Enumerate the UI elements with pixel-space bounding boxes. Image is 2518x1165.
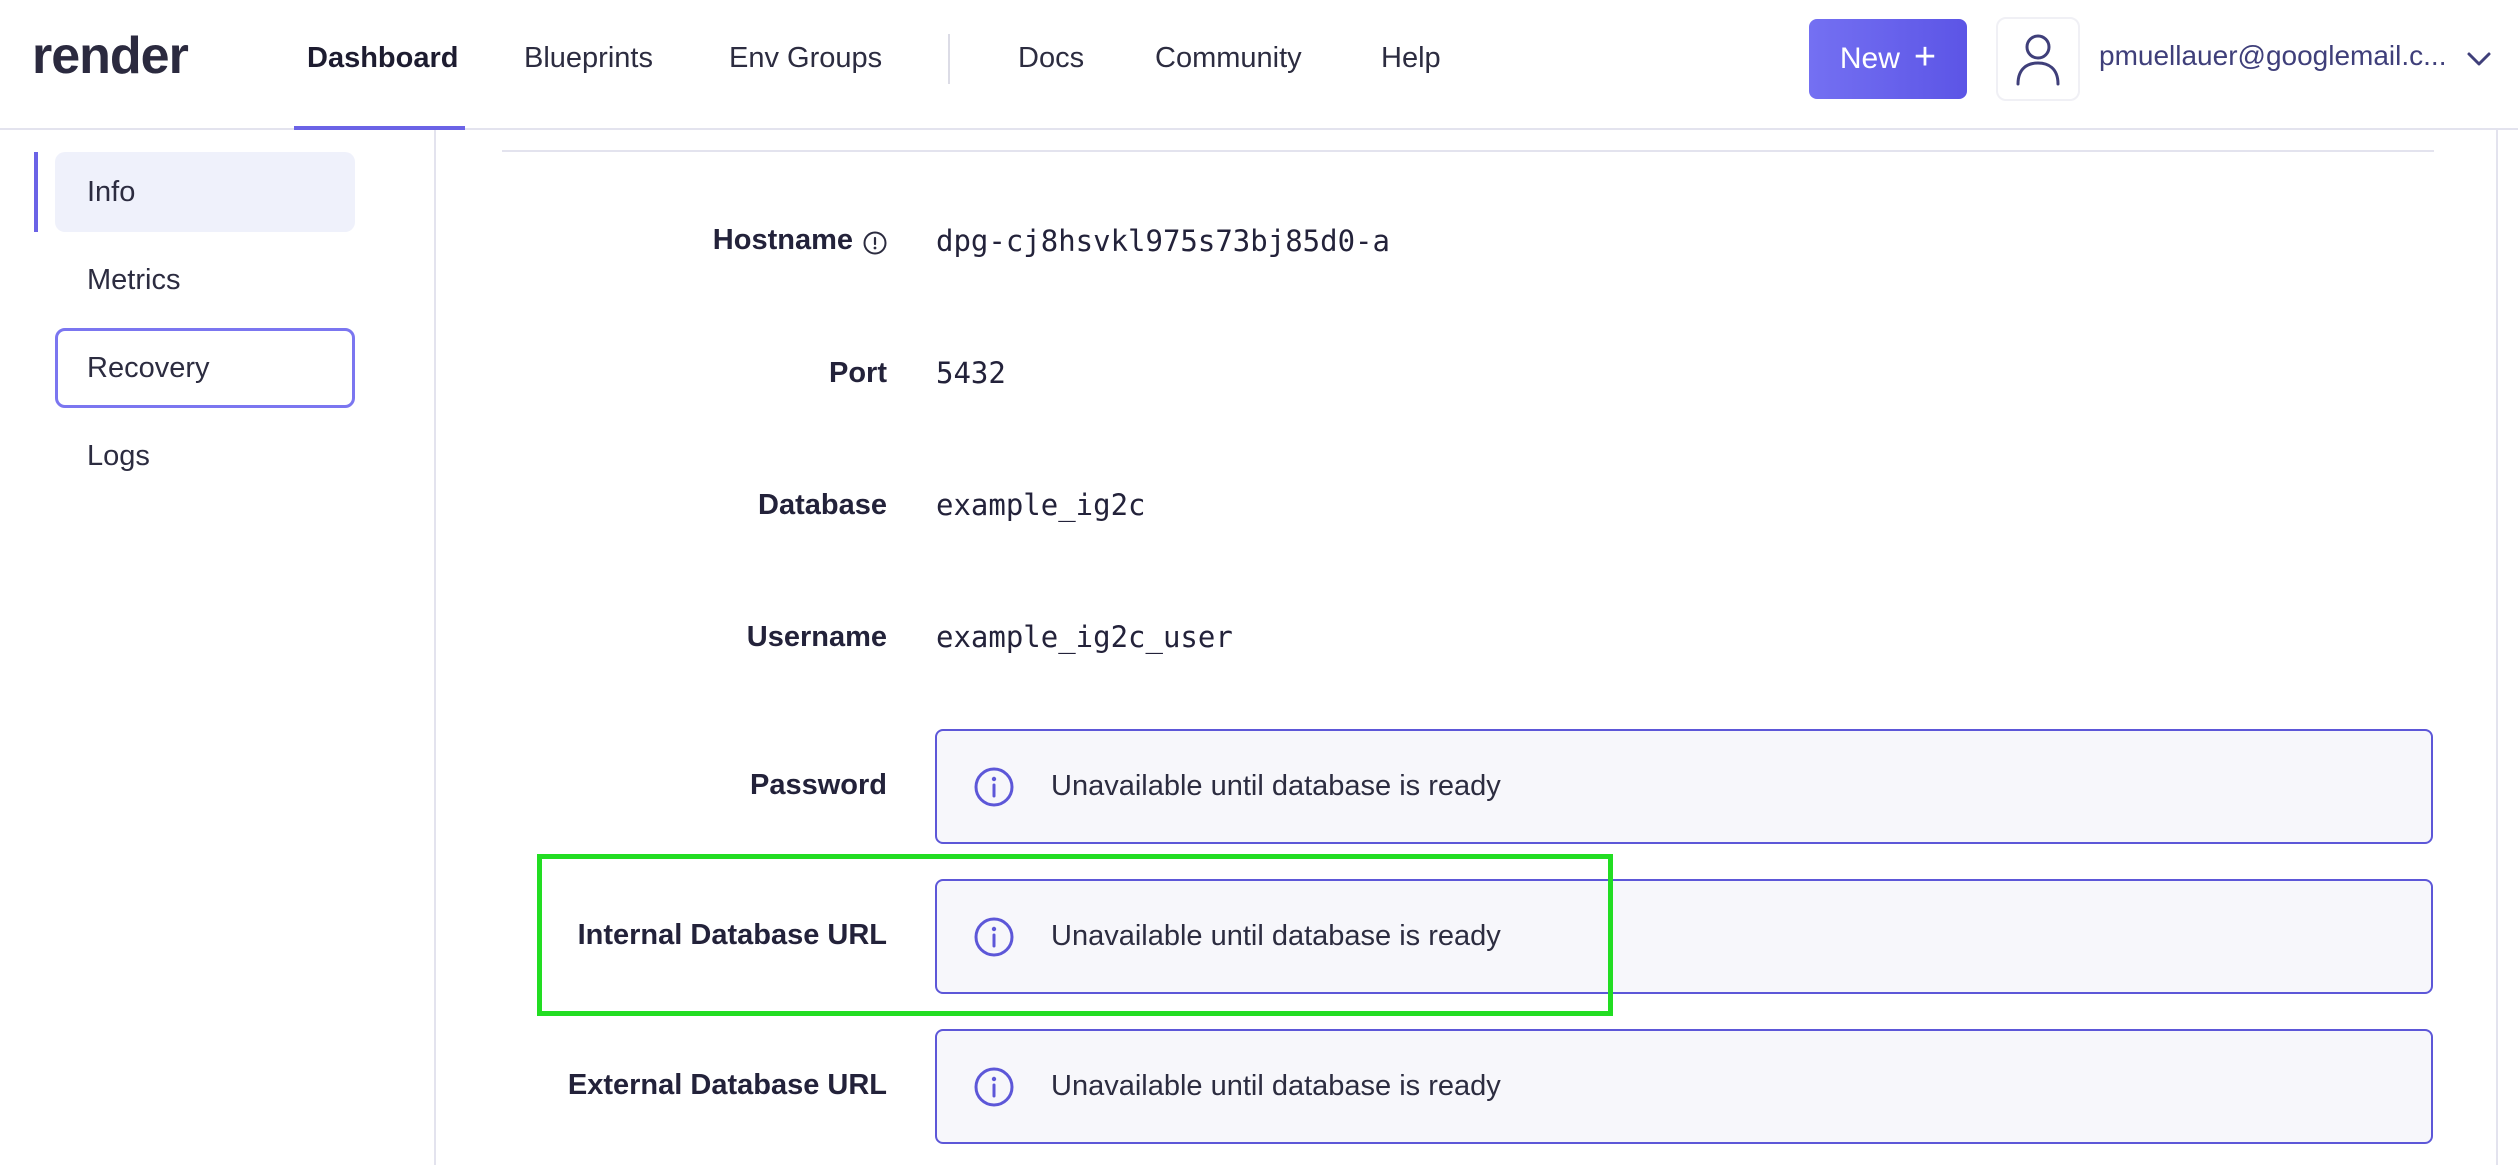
sidebar-divider: [434, 130, 436, 1165]
avatar[interactable]: [1996, 17, 2080, 101]
external-url-notice: Unavailable until database is ready: [935, 1029, 2433, 1144]
port-value[interactable]: 5432: [936, 356, 1006, 390]
username-label: Username: [746, 621, 887, 653]
internal-url-notice: Unavailable until database is ready: [935, 879, 2433, 994]
nav-help[interactable]: Help: [1381, 38, 1441, 78]
plus-icon: +: [1913, 36, 1937, 78]
database-label: Database: [758, 489, 887, 521]
nav-env-groups[interactable]: Env Groups: [729, 38, 882, 78]
nav-community[interactable]: Community: [1155, 38, 1302, 78]
section-divider: [502, 150, 2434, 152]
internal-url-notice-text: Unavailable until database is ready: [1051, 920, 1501, 952]
nav-divider: [948, 34, 950, 84]
nav-dashboard[interactable]: Dashboard: [307, 38, 458, 78]
info-icon: [974, 917, 1014, 956]
external-url-notice-text: Unavailable until database is ready: [1051, 1070, 1501, 1102]
password-notice: Unavailable until database is ready: [935, 729, 2433, 844]
active-nav-indicator: [294, 126, 465, 130]
password-label: Password: [750, 769, 887, 801]
username-value[interactable]: example_ig2c_user: [936, 620, 1233, 654]
hostname-value[interactable]: dpg-cj8hsvkl975s73bj85d0-a: [936, 224, 1390, 258]
render-logo[interactable]: render: [32, 26, 189, 86]
sidebar-item-info[interactable]: Info: [55, 152, 355, 232]
user-email[interactable]: pmuellauer@googlemail.c...: [2099, 40, 2446, 72]
sidebar-item-recovery[interactable]: Recovery: [55, 328, 355, 408]
new-button[interactable]: New +: [1809, 19, 1967, 99]
sidebar-item-metrics[interactable]: Metrics: [55, 240, 355, 320]
info-icon: [974, 1067, 1014, 1106]
hostname-label: Hostname: [712, 224, 853, 256]
nav-blueprints[interactable]: Blueprints: [524, 38, 653, 78]
sidebar-item-logs[interactable]: Logs: [55, 416, 355, 496]
new-button-label: New: [1839, 42, 1900, 75]
external-url-label: External Database URL: [567, 1069, 887, 1101]
sidebar-active-indicator: [34, 152, 38, 232]
chevron-down-icon[interactable]: [2466, 46, 2492, 72]
help-circle-icon[interactable]: [862, 230, 888, 256]
port-label: Port: [829, 357, 887, 389]
user-icon: [2016, 34, 2060, 86]
internal-url-label: Internal Database URL: [577, 919, 887, 951]
password-notice-text: Unavailable until database is ready: [1051, 770, 1501, 802]
content-right-divider: [2496, 130, 2498, 1165]
top-navigation-bar: render Dashboard Blueprints Env Groups D…: [0, 0, 2518, 130]
info-icon: [974, 767, 1014, 806]
nav-docs[interactable]: Docs: [1018, 38, 1084, 78]
database-value[interactable]: example_ig2c: [936, 488, 1146, 522]
